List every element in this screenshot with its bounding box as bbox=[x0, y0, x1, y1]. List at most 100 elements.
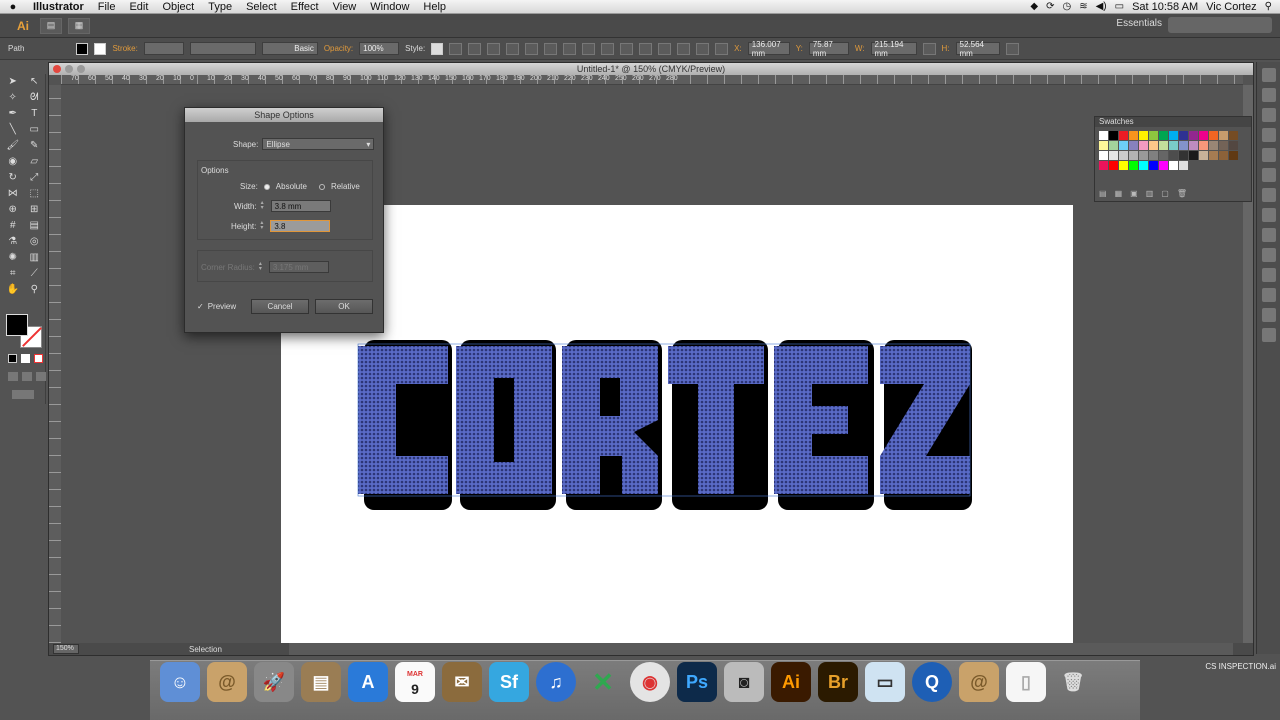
swatch-cell[interactable] bbox=[1159, 131, 1168, 140]
artboards-panel-icon[interactable] bbox=[1261, 288, 1276, 302]
opacity-label[interactable]: Opacity: bbox=[324, 44, 353, 53]
swatch-cell[interactable] bbox=[1229, 131, 1238, 140]
artboard-tool-icon[interactable]: ⌗ bbox=[6, 268, 20, 280]
swatch-cell[interactable] bbox=[1099, 141, 1108, 150]
align-bottom-icon[interactable] bbox=[582, 42, 596, 55]
swatch-cell[interactable] bbox=[1139, 131, 1148, 140]
swatch-options-icon[interactable]: ▣ bbox=[1130, 189, 1138, 198]
color-guide-icon[interactable] bbox=[1261, 88, 1276, 102]
free-transform-tool-icon[interactable]: ⬚ bbox=[27, 188, 41, 200]
camera-icon[interactable]: ◙ bbox=[724, 662, 764, 702]
swatch-cell[interactable] bbox=[1149, 131, 1158, 140]
symbols-panel-icon[interactable] bbox=[1261, 148, 1276, 162]
color-mode-icon[interactable] bbox=[21, 354, 30, 363]
app-store-icon[interactable]: A bbox=[348, 662, 388, 702]
swatch-cell[interactable] bbox=[1149, 151, 1158, 160]
mail-doc-icon[interactable]: @ bbox=[959, 662, 999, 702]
quicktime-icon[interactable]: Q bbox=[912, 662, 952, 702]
show-kinds-icon[interactable]: ▦ bbox=[1115, 189, 1123, 198]
launchpad-icon[interactable]: 🚀 bbox=[254, 662, 294, 702]
swatch-cell[interactable] bbox=[1099, 151, 1108, 160]
direct-selection-tool-icon[interactable]: ↖ bbox=[27, 76, 41, 88]
swatch-cell[interactable] bbox=[1159, 141, 1168, 150]
swatch-cell[interactable] bbox=[1109, 141, 1118, 150]
style-swatch[interactable] bbox=[431, 42, 444, 55]
wifi-icon[interactable]: ≋ bbox=[1079, 1, 1087, 12]
rectangle-tool-icon[interactable]: ▭ bbox=[27, 124, 41, 136]
swatch-cell[interactable] bbox=[1199, 141, 1208, 150]
illustrator-icon[interactable]: Ai bbox=[771, 662, 811, 702]
absolute-radio[interactable] bbox=[263, 183, 270, 190]
monitor-icon[interactable]: ▭ bbox=[865, 662, 905, 702]
draw-inside-icon[interactable] bbox=[36, 372, 46, 381]
menu-window[interactable]: Window bbox=[363, 1, 416, 13]
align-left-icon[interactable] bbox=[487, 42, 501, 55]
app-menu[interactable]: Illustrator bbox=[26, 1, 91, 13]
menu-file[interactable]: File bbox=[91, 1, 123, 13]
bridge-button[interactable]: ▤ bbox=[40, 17, 62, 34]
swatch-cell[interactable] bbox=[1199, 151, 1208, 160]
selection-tool-icon[interactable]: ➤ bbox=[6, 76, 20, 88]
swatch-cell[interactable] bbox=[1099, 161, 1108, 170]
swatch-grid[interactable] bbox=[1099, 131, 1239, 170]
hand-tool-icon[interactable]: ✋ bbox=[6, 284, 20, 296]
menu-select[interactable]: Select bbox=[239, 1, 284, 13]
swatch-cell[interactable] bbox=[1169, 141, 1178, 150]
swatch-cell[interactable] bbox=[1139, 151, 1148, 160]
bridge-icon[interactable]: Br bbox=[818, 662, 858, 702]
menu-type[interactable]: Type bbox=[201, 1, 239, 13]
volume-icon[interactable]: ◀) bbox=[1096, 1, 1107, 12]
itunes-icon[interactable]: ♫ bbox=[536, 662, 576, 702]
symbol-sprayer-tool-icon[interactable]: ✺ bbox=[6, 252, 20, 264]
mesh-tool-icon[interactable]: # bbox=[6, 220, 20, 232]
default-colors-icon[interactable] bbox=[8, 354, 17, 363]
swatch-cell[interactable] bbox=[1179, 141, 1188, 150]
swatch-cell[interactable] bbox=[1179, 161, 1188, 170]
constrain-proportions-icon[interactable] bbox=[922, 42, 936, 55]
height-field[interactable]: 52.564 mm bbox=[955, 40, 1000, 58]
mail-icon[interactable]: @ bbox=[207, 662, 247, 702]
zoom-level-field[interactable]: 150% bbox=[53, 644, 79, 654]
cancel-button[interactable]: Cancel bbox=[251, 299, 309, 314]
swatch-cell[interactable] bbox=[1129, 161, 1138, 170]
magic-wand-tool-icon[interactable]: ✧ bbox=[6, 92, 20, 104]
scale-tool-icon[interactable]: ⤢ bbox=[27, 172, 41, 184]
swatch-cell[interactable] bbox=[1169, 131, 1178, 140]
swatch-cell[interactable] bbox=[1189, 131, 1198, 140]
distribute-bottom-icon[interactable] bbox=[639, 42, 653, 55]
swatch-libraries-icon[interactable]: ▤ bbox=[1099, 189, 1107, 198]
apple-icon[interactable]: ● bbox=[0, 1, 26, 13]
transform-reference-icon[interactable] bbox=[715, 42, 729, 55]
width-input[interactable]: 3.8 mm bbox=[270, 200, 331, 212]
recolor-icon[interactable] bbox=[449, 42, 463, 55]
swatch-cell[interactable] bbox=[1209, 131, 1218, 140]
align-to-icon[interactable] bbox=[468, 42, 482, 55]
fill-color-icon[interactable] bbox=[6, 314, 28, 336]
time-machine-icon[interactable]: ◷ bbox=[1062, 1, 1071, 12]
swatches-panel-icon[interactable] bbox=[1261, 108, 1276, 122]
relative-label[interactable]: Relative bbox=[331, 182, 360, 191]
battery-icon[interactable]: ▭ bbox=[1115, 1, 1124, 12]
slice-tool-icon[interactable]: ⟋ bbox=[27, 268, 41, 280]
swatch-cell[interactable] bbox=[1169, 161, 1178, 170]
type-tool-icon[interactable]: T bbox=[27, 108, 41, 120]
blend-tool-icon[interactable]: ◎ bbox=[27, 236, 41, 248]
blob-brush-tool-icon[interactable]: ◉ bbox=[6, 156, 20, 168]
swatch-cell[interactable] bbox=[1109, 131, 1118, 140]
arrange-documents-button[interactable]: ▦ bbox=[68, 17, 90, 34]
swatch-cell[interactable] bbox=[1119, 141, 1128, 150]
y-field[interactable]: 75.87 mm bbox=[808, 40, 849, 58]
distribute-left-icon[interactable] bbox=[658, 42, 672, 55]
swatch-cell[interactable] bbox=[1159, 151, 1168, 160]
sync-icon[interactable]: ⟳ bbox=[1046, 1, 1054, 12]
preview-icon[interactable]: ▤ bbox=[301, 662, 341, 702]
swatch-cell[interactable] bbox=[1229, 151, 1238, 160]
help-search-input[interactable] bbox=[1168, 17, 1272, 33]
finder-icon[interactable]: ☺ bbox=[160, 662, 200, 702]
distribute-middle-icon[interactable] bbox=[620, 42, 634, 55]
swatch-cell[interactable] bbox=[1209, 141, 1218, 150]
menu-help[interactable]: Help bbox=[416, 1, 453, 13]
brush-field[interactable]: Basic bbox=[261, 42, 318, 55]
height-stepper-icon[interactable]: ▴ ▾ bbox=[260, 220, 266, 231]
menu-object[interactable]: Object bbox=[155, 1, 201, 13]
